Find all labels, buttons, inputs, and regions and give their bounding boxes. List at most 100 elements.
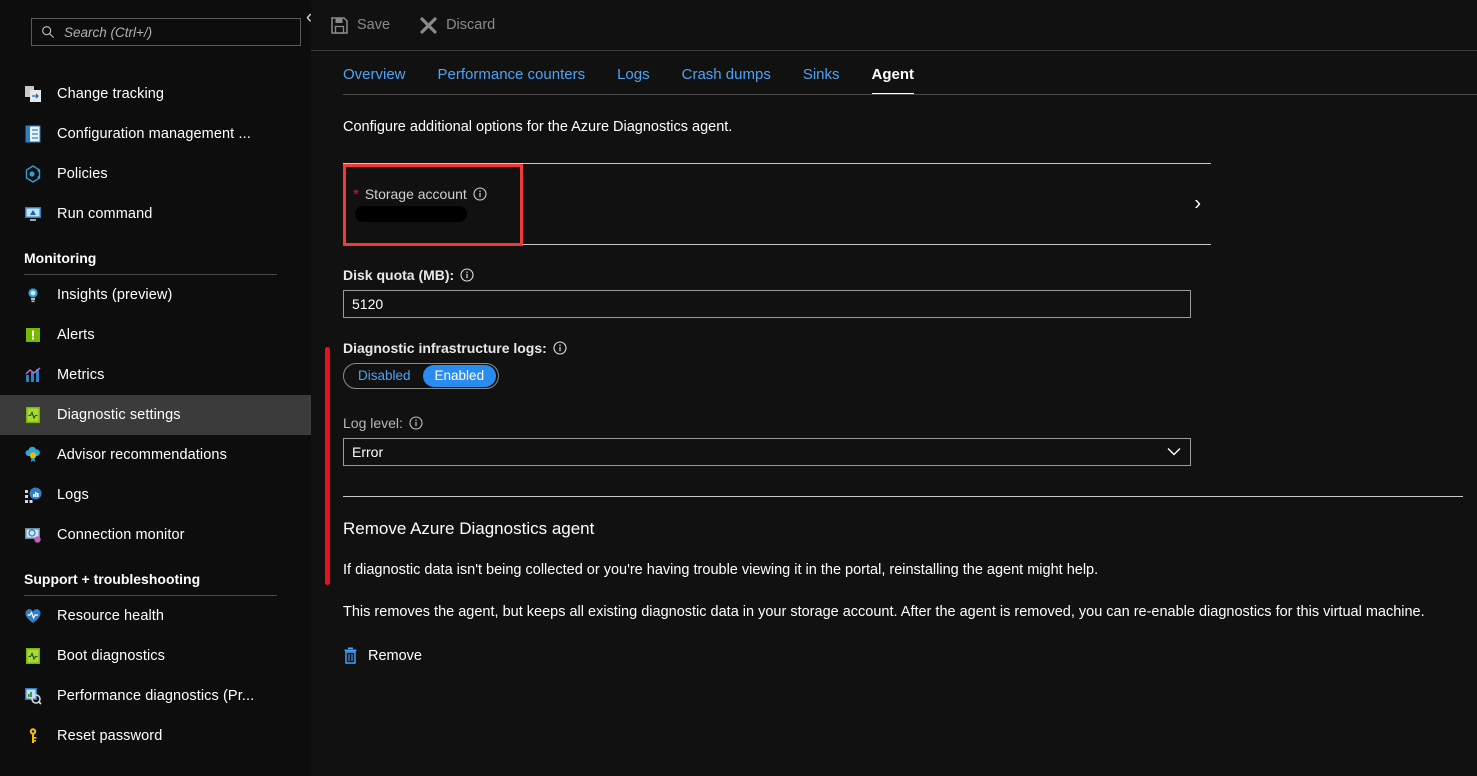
sidebar-item-configuration-management[interactable]: Configuration management ... xyxy=(0,114,311,154)
sidebar-item-performance-diagnostics[interactable]: Performance diagnostics (Pr... xyxy=(0,676,311,716)
discard-x-icon xyxy=(420,16,437,34)
sidebar-item-connection-monitor[interactable]: Connection monitor xyxy=(0,515,311,555)
search-input[interactable] xyxy=(64,24,279,40)
log-level-value: Error xyxy=(352,444,384,460)
info-icon[interactable] xyxy=(460,268,474,282)
sidebar-item-reset-password[interactable]: Reset password xyxy=(0,716,311,756)
trash-icon xyxy=(344,647,357,664)
divider xyxy=(343,496,1463,497)
disk-quota-label: Disk quota (MB): xyxy=(343,267,455,283)
remove-agent-title: Remove Azure Diagnostics agent xyxy=(343,519,595,538)
info-icon[interactable] xyxy=(553,341,567,355)
discard-label: Discard xyxy=(446,17,496,33)
sidebar-item-change-tracking[interactable]: Change tracking xyxy=(0,74,311,114)
sidebar-item-advisor-recommendations[interactable]: Advisor recommendations xyxy=(0,435,311,475)
sidebar: « Change tracking Configuration xyxy=(0,0,311,776)
tab-overview[interactable]: Overview xyxy=(343,66,406,95)
boot-diagnostics-icon xyxy=(26,648,40,664)
diagnostic-infrastructure-logs-field: Diagnostic infrastructure logs: Disabled… xyxy=(343,340,1477,389)
chevron-right-icon[interactable]: › xyxy=(1194,193,1201,216)
highlight-bar-left xyxy=(325,347,330,585)
save-label: Save xyxy=(357,17,391,33)
sidebar-item-label: Performance diagnostics (Pr... xyxy=(57,688,255,704)
advisor-icon xyxy=(25,446,40,462)
info-icon[interactable] xyxy=(409,416,423,430)
sidebar-item-label: Insights (preview) xyxy=(57,287,173,303)
tab-agent[interactable]: Agent xyxy=(871,66,915,95)
diag-infra-logs-label: Diagnostic infrastructure logs: xyxy=(343,340,547,356)
required-marker: * xyxy=(353,185,359,203)
sidebar-item-label: Connection monitor xyxy=(57,527,185,543)
sidebar-item-metrics[interactable]: Metrics xyxy=(0,355,311,395)
run-command-icon xyxy=(25,207,41,221)
remove-agent-button[interactable]: Remove xyxy=(343,647,422,664)
disk-quota-field: Disk quota (MB): xyxy=(343,267,1477,318)
sidebar-item-label: Diagnostic settings xyxy=(57,407,181,423)
log-level-field: Log level: Error xyxy=(343,415,1477,466)
main-panel: Save Discard Overview Performance counte… xyxy=(311,0,1477,776)
storage-account-value-redacted xyxy=(355,206,467,222)
sidebar-item-logs[interactable]: Logs xyxy=(0,475,311,515)
sidebar-nav: Change tracking Configuration management… xyxy=(0,56,311,776)
toggle-option-disabled[interactable]: Disabled xyxy=(346,365,423,387)
metrics-icon xyxy=(25,367,41,382)
logs-icon xyxy=(25,487,42,503)
sidebar-item-label: Change tracking xyxy=(57,86,165,102)
resource-health-icon xyxy=(25,609,41,623)
toggle-option-enabled[interactable]: Enabled xyxy=(422,365,497,387)
diag-infra-logs-label-row: Diagnostic infrastructure logs: xyxy=(343,340,1477,356)
sidebar-item-diagnostic-settings[interactable]: Diagnostic settings xyxy=(0,395,311,435)
sidebar-item-partial-top[interactable] xyxy=(0,56,311,74)
tab-sinks[interactable]: Sinks xyxy=(803,66,840,95)
tab-bar: Overview Performance counters Logs Crash… xyxy=(311,51,1477,95)
sidebar-item-label: Metrics xyxy=(57,367,105,383)
alerts-icon xyxy=(26,328,40,342)
tab-crash-dumps[interactable]: Crash dumps xyxy=(682,66,771,95)
save-icon xyxy=(331,16,348,34)
sidebar-item-label: Configuration management ... xyxy=(57,126,251,142)
diag-infra-logs-toggle[interactable]: Disabled Enabled xyxy=(343,363,500,389)
tab-performance-counters[interactable]: Performance counters xyxy=(438,66,586,95)
log-level-select[interactable]: Error xyxy=(343,438,1191,466)
sidebar-item-alerts[interactable]: Alerts xyxy=(0,315,311,355)
remove-agent-label: Remove xyxy=(368,647,422,664)
partial-icon xyxy=(24,56,42,74)
sidebar-group-support: Support + troubleshooting xyxy=(0,571,311,596)
sidebar-item-boot-diagnostics[interactable]: Boot diagnostics xyxy=(0,636,311,676)
performance-diagnostics-icon xyxy=(25,688,42,705)
sidebar-item-insights[interactable]: Insights (preview) xyxy=(0,275,311,315)
sidebar-item-resource-health[interactable]: Resource health xyxy=(0,596,311,636)
sidebar-item-policies[interactable]: Policies xyxy=(0,154,311,194)
sidebar-item-label: Advisor recommendations xyxy=(57,447,227,463)
diagnostic-settings-icon xyxy=(26,407,40,423)
storage-account-label: Storage account xyxy=(364,186,467,202)
sidebar-group-title: Support + troubleshooting xyxy=(24,571,201,587)
sidebar-item-label: Alerts xyxy=(57,327,95,343)
sidebar-search[interactable] xyxy=(31,18,301,46)
tab-bar-divider xyxy=(343,94,1477,95)
sidebar-item-label: Boot diagnostics xyxy=(57,648,165,664)
disk-quota-label-row: Disk quota (MB): xyxy=(343,267,1477,283)
agent-tab-content: Configure additional options for the Azu… xyxy=(311,119,1477,669)
save-button[interactable]: Save xyxy=(331,16,391,34)
sidebar-item-label: Logs xyxy=(57,487,89,503)
policies-icon xyxy=(25,165,41,183)
sidebar-item-label: Policies xyxy=(57,166,108,182)
sidebar-group-title: Monitoring xyxy=(24,250,97,266)
connection-monitor-icon xyxy=(25,528,41,543)
remove-agent-paragraph-1: If diagnostic data isn't being collected… xyxy=(343,562,1099,578)
tab-logs[interactable]: Logs xyxy=(617,66,650,95)
command-toolbar: Save Discard xyxy=(311,0,1477,51)
storage-account-picker[interactable]: * Storage account › xyxy=(343,163,1211,246)
info-icon[interactable] xyxy=(473,187,487,201)
log-level-select-wrap: Error xyxy=(343,438,1191,466)
remove-agent-section: Remove Azure Diagnostics agent If diagno… xyxy=(343,496,1463,669)
discard-button[interactable]: Discard xyxy=(420,16,496,34)
disk-quota-input[interactable] xyxy=(343,290,1191,318)
search-icon xyxy=(42,26,55,39)
page-description: Configure additional options for the Azu… xyxy=(343,119,733,135)
sidebar-item-run-command[interactable]: Run command xyxy=(0,194,311,234)
configuration-management-icon xyxy=(25,125,41,143)
log-level-label: Log level: xyxy=(343,415,403,431)
log-level-label-row: Log level: xyxy=(343,415,1477,431)
